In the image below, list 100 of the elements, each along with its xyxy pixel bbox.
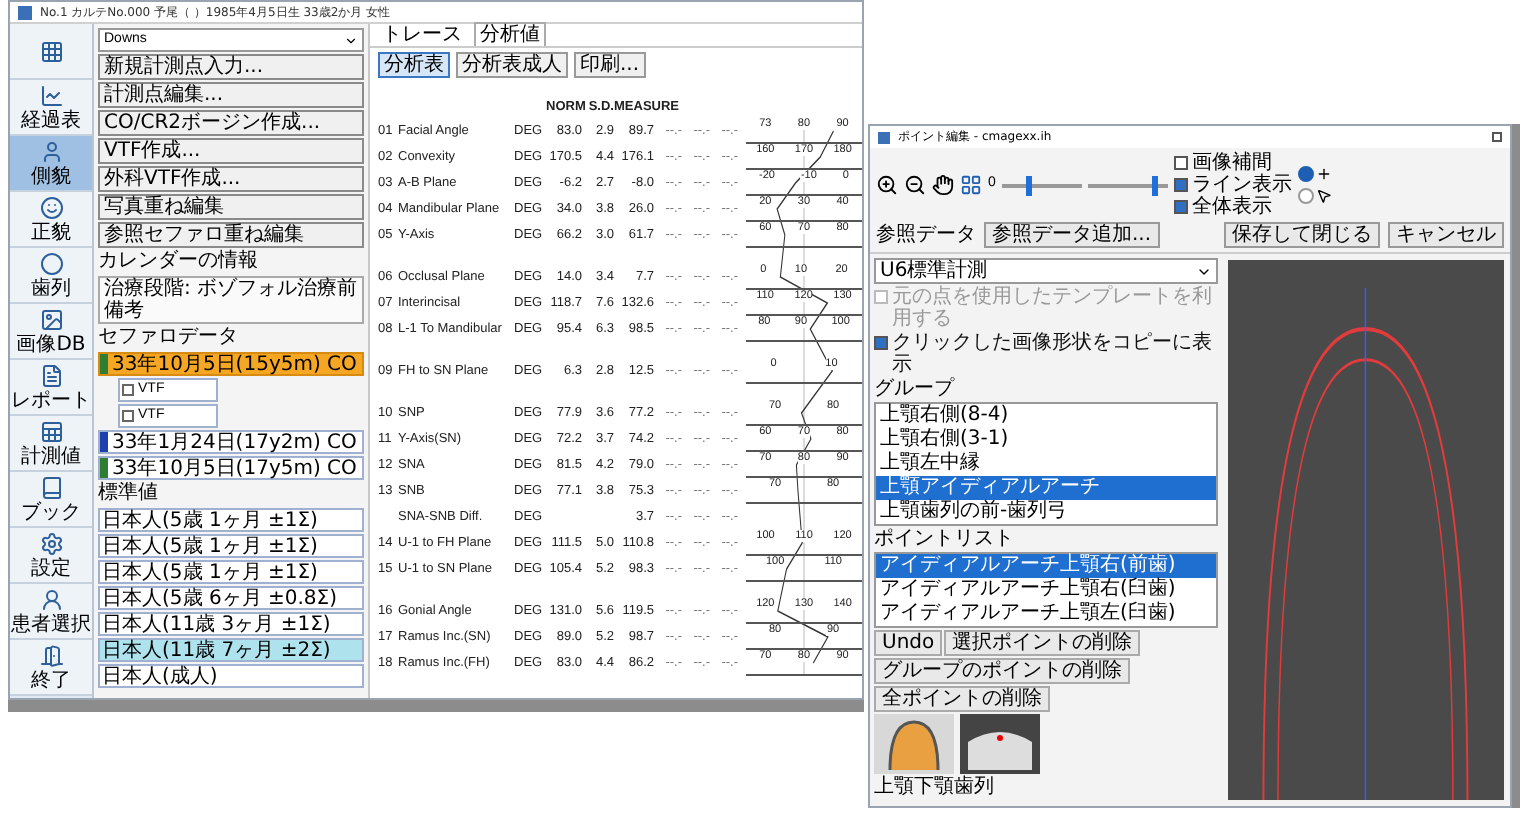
info-text: 治療段階: ボゾフォル治療前	[104, 278, 358, 300]
dialog-button[interactable]: キャンセル	[1388, 222, 1504, 248]
chevron-down-icon	[344, 33, 358, 47]
settings-icon	[39, 531, 63, 555]
action-button[interactable]: VTF作成...	[98, 138, 364, 164]
arch-thumbnail-drawing[interactable]	[874, 714, 954, 774]
section-label: 標準値	[98, 482, 160, 506]
tab[interactable]: トレース	[378, 24, 466, 46]
view-button[interactable]: 分析表成人	[456, 52, 568, 78]
checkbox[interactable]	[874, 336, 888, 350]
teeth-thumbnail-drawing[interactable]	[960, 714, 1040, 774]
door-icon	[39, 643, 63, 667]
face-icon	[39, 195, 63, 219]
checkbox[interactable]	[1173, 178, 1188, 192]
checkbox[interactable]	[122, 410, 134, 422]
tree-item[interactable]: 33年1月24日(17y2m) CO	[98, 430, 364, 454]
view-button[interactable]: 分析表	[378, 52, 450, 78]
action-button[interactable]: 参照セファロ重ね編集	[98, 222, 364, 248]
action-button[interactable]: 外科VTF作成...	[98, 166, 364, 192]
zoom-out-icon[interactable]	[904, 174, 926, 196]
radio-button[interactable]	[1297, 166, 1314, 182]
list-item[interactable]: 上顎右側(8-4)	[876, 404, 1216, 428]
sidebar-item[interactable]: 正貌	[10, 192, 92, 248]
list-item[interactable]: 上顎右側(3-1)	[876, 428, 1216, 452]
sidebar-item[interactable]: 設定	[10, 528, 92, 584]
sidebar-item[interactable]: ブック	[10, 472, 92, 528]
standard-item[interactable]: 日本人(5歳 1ヶ月 ±1Σ)	[98, 560, 364, 584]
document-icon	[39, 363, 63, 387]
hand-icon[interactable]	[932, 174, 954, 196]
action-button[interactable]: 新規計測点入力...	[98, 54, 364, 80]
radio-button[interactable]	[1297, 188, 1314, 204]
dialog-button[interactable]: 保存して閉じる	[1224, 222, 1380, 248]
sidebar-item[interactable]: 側貌	[10, 136, 92, 192]
maximize-icon[interactable]	[1492, 132, 1502, 142]
sidebar-item[interactable]: レポート	[10, 360, 92, 416]
info-text: 備考	[104, 300, 146, 322]
tree-item[interactable]: 33年10月5日(15y5m) CO	[98, 352, 364, 376]
template-dropdown[interactable]: U6標準計測	[874, 258, 1218, 284]
sidebar-item[interactable]: 経過表	[10, 80, 92, 136]
sidebar-label: 画像DB	[16, 333, 86, 355]
sidebar-item[interactable]	[10, 24, 92, 80]
sidebar-label: 計測値	[21, 445, 81, 467]
checkbox[interactable]	[1173, 200, 1188, 214]
standard-item[interactable]: 日本人(11歳 7ヶ月 ±2Σ)	[98, 638, 364, 662]
zoom-in-icon[interactable]	[876, 174, 898, 196]
list-item[interactable]: 上顎左中縁	[876, 452, 1216, 476]
sidebar-label: 正貌	[31, 221, 71, 243]
sidebar-item[interactable]: 画像DB	[10, 304, 92, 360]
sidebar-item[interactable]: 歯列	[10, 248, 92, 304]
action-button[interactable]: 写真重ね編集	[98, 194, 364, 220]
sidebar-item[interactable]: 終了	[10, 640, 92, 696]
app-icon	[18, 5, 32, 19]
checkbox-option[interactable]: 全体表示	[1173, 196, 1292, 218]
app-icon	[878, 131, 890, 143]
checkbox-option[interactable]: 画像補間	[1173, 152, 1292, 174]
standard-item[interactable]: 日本人(5歳 6ヶ月 ±0.8Σ)	[98, 586, 364, 610]
section-label: カレンダーの情報	[98, 250, 260, 274]
list-item[interactable]: 上顎アイディアルアーチ	[876, 476, 1216, 500]
radio-option[interactable]	[1297, 188, 1332, 204]
slider-thumb[interactable]	[1152, 175, 1159, 195]
section-label: 上顎下顎歯列	[874, 776, 996, 798]
checkbox[interactable]	[122, 384, 134, 396]
standard-item[interactable]: 日本人(11歳 3ヶ月 ±1Σ)	[98, 612, 364, 636]
sidebar-label: 経過表	[21, 109, 81, 131]
sidebar-item[interactable]: 計測値	[10, 416, 92, 472]
sidebar-label: 終了	[31, 669, 71, 691]
list-item[interactable]: アイディアルアーチ上顎右(臼歯)	[876, 578, 1216, 602]
standard-item[interactable]: 日本人(5歳 1ヶ月 ±1Σ)	[98, 534, 364, 558]
radio-option[interactable]	[1297, 166, 1332, 182]
sidebar-label: 歯列	[31, 277, 71, 299]
slider-thumb[interactable]	[1026, 175, 1033, 195]
grid-icon[interactable]	[960, 174, 982, 196]
line-chart-icon	[39, 83, 63, 107]
action-button[interactable]: 計測点編集...	[98, 82, 364, 108]
checkbox-option[interactable]: ライン表示	[1173, 174, 1292, 196]
tab[interactable]: 分析値	[474, 22, 546, 46]
action-button[interactable]: Undo	[874, 630, 943, 656]
list-item[interactable]: アイディアルアーチ上顎左(臼歯)	[876, 602, 1216, 626]
tree-item[interactable]: 33年10月5日(17y5m) CO	[98, 456, 364, 480]
list-item[interactable]: 上顎歯列の前-歯列弓	[876, 500, 1216, 524]
plus-icon	[1315, 166, 1332, 182]
sidebar-label: 側貌	[31, 165, 71, 187]
action-button[interactable]: グループのポイントの削除	[874, 658, 1130, 684]
sidebar-item[interactable]: 患者選択	[10, 584, 92, 640]
view-button[interactable]: 印刷...	[574, 52, 646, 78]
standard-item[interactable]: 日本人(5歳 1ヶ月 ±1Σ)	[98, 508, 364, 532]
spreadsheet-icon	[39, 419, 63, 443]
section-label: セファロデータ	[98, 326, 240, 350]
checkbox-option[interactable]: クリックした画像形状をコピーに表示	[874, 332, 1218, 376]
action-button[interactable]: CO/CR2ボージン作成...	[98, 110, 364, 136]
cursor-icon	[1315, 188, 1332, 204]
action-button[interactable]: 全ポイントの削除	[874, 686, 1050, 712]
checkbox[interactable]	[1173, 156, 1188, 170]
sidebar-label: レポート	[11, 389, 91, 411]
circle-icon	[39, 251, 63, 275]
list-item[interactable]: アイディアルアーチ上顎右(前歯)	[876, 554, 1216, 578]
add-reference-button[interactable]: 参照データ追加...	[984, 222, 1160, 248]
standard-item[interactable]: 日本人(成人)	[98, 664, 364, 688]
section-label: ポイントリスト	[874, 528, 1016, 550]
action-button[interactable]: 選択ポイントの削除	[944, 630, 1141, 656]
